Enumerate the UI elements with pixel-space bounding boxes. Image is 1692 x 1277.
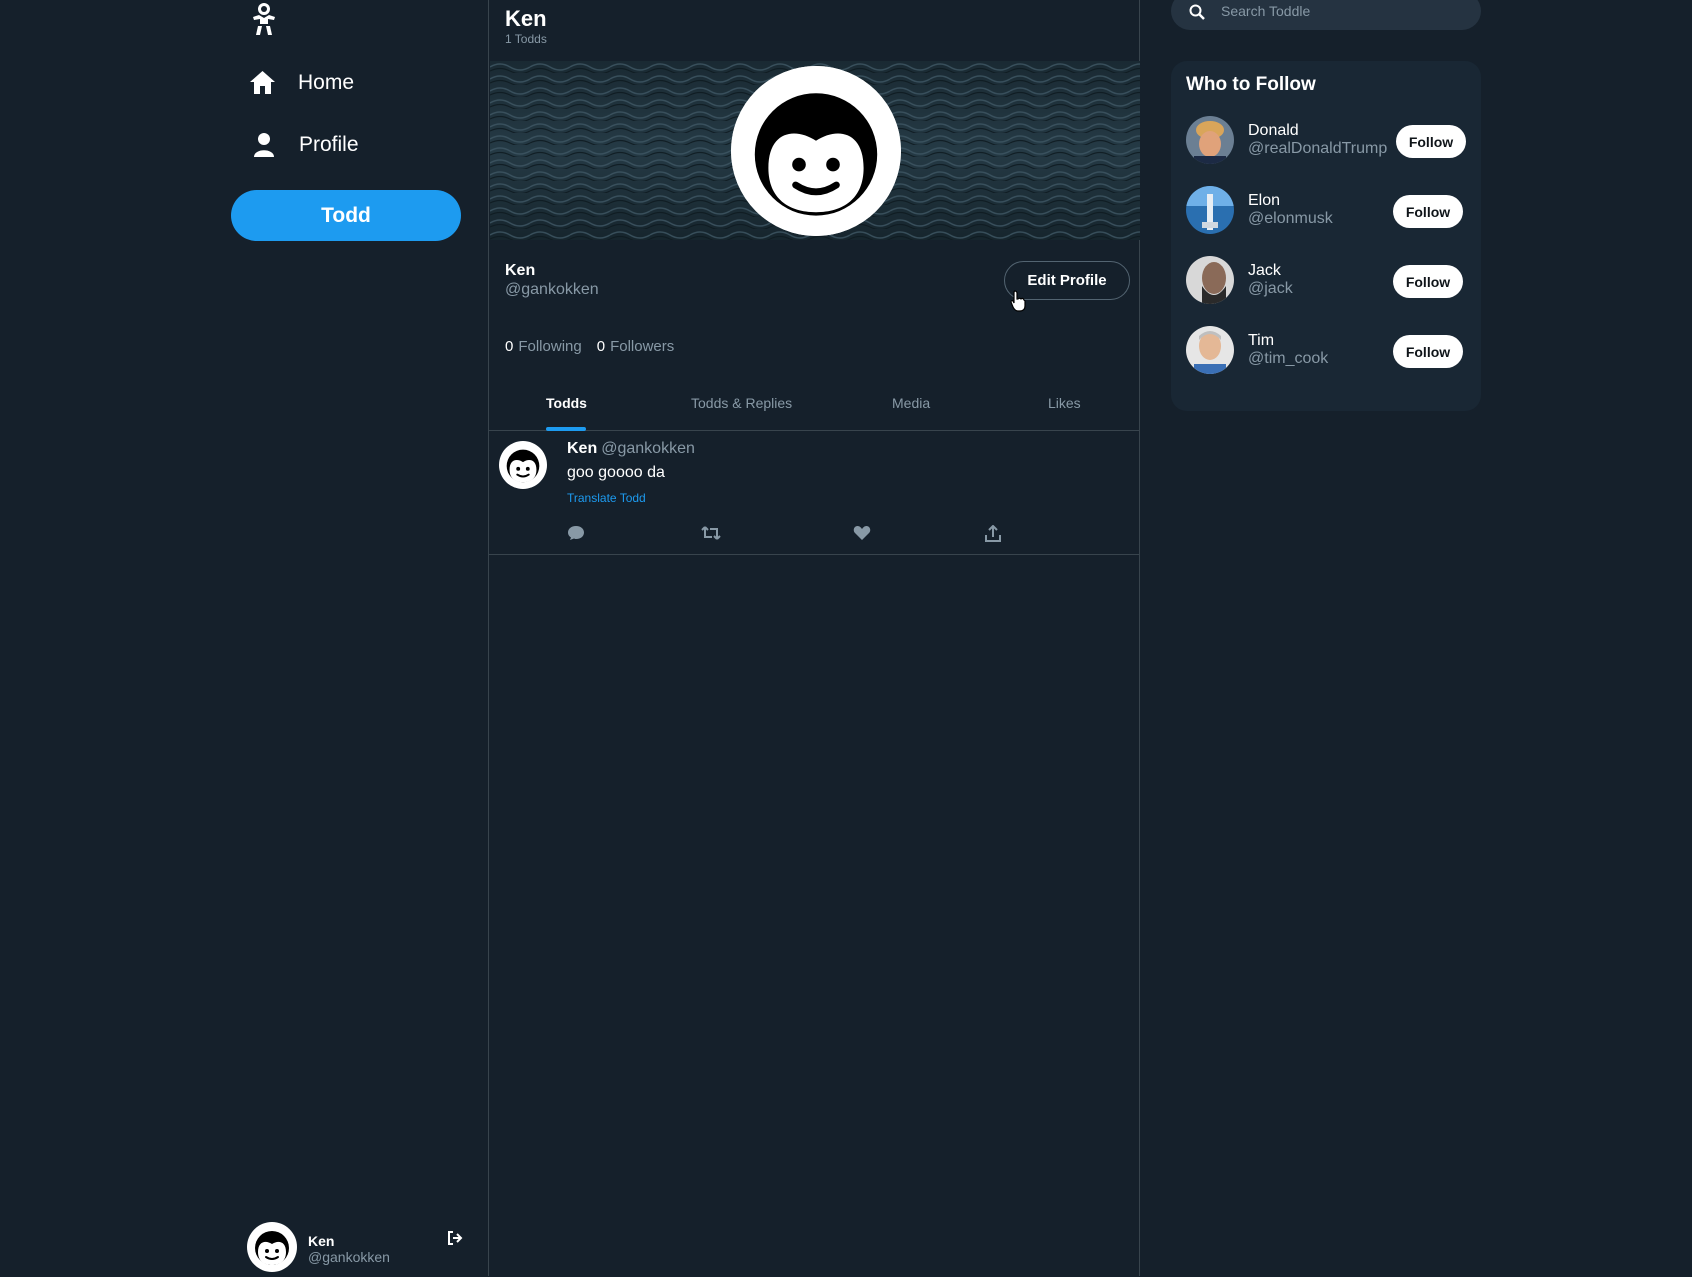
profile-tabs: Todds Todds & Replies Media Likes [489,383,1140,431]
search-icon [1189,4,1205,25]
page-title: Ken [505,6,547,31]
user-name: Elon [1248,192,1281,209]
translate-todd-link[interactable]: Translate Todd [567,491,646,505]
user-handle: @elonmusk [1248,210,1333,227]
user-icon [254,133,274,157]
baby-logo-icon[interactable] [250,2,278,36]
who-to-follow-panel: Who to Follow Donald @realDonaldTrump Fo… [1171,61,1481,411]
follow-button[interactable]: Follow [1393,335,1463,368]
follow-stats: 0 Following 0 Followers [505,338,674,355]
account-name: Ken [308,1233,335,1249]
follow-button[interactable]: Follow [1393,195,1463,228]
post-author-line: Ken @gankokken [567,440,695,458]
comment-icon[interactable] [567,525,585,546]
post-text: goo goooo da [567,464,665,481]
following-label: Following [518,338,582,355]
user-handle: @realDonaldTrump [1248,140,1388,157]
todd-count: 1 Todds [505,32,547,46]
following-stat[interactable]: 0 Following [505,338,582,355]
hand-cursor-icon [1010,290,1026,317]
user-handle: @tim_cook [1248,350,1329,367]
profile-handle: @gankokken [505,281,599,298]
nav-profile-label: Profile [299,133,359,156]
follow-suggestion-row[interactable]: Donald @realDonaldTrump Follow [1171,116,1481,172]
search-box[interactable]: Search Toddle [1171,0,1481,30]
home-icon [249,70,276,95]
todd-post-button[interactable]: Todd [231,190,461,241]
user-avatar[interactable] [1186,116,1234,164]
logout-icon[interactable] [447,1231,463,1250]
tab-likes[interactable]: Likes [1048,395,1081,411]
follow-button[interactable]: Follow [1396,125,1466,158]
tab-media[interactable]: Media [892,395,930,411]
post-avatar[interactable] [499,441,547,494]
user-avatar[interactable] [1186,326,1234,374]
nav-home[interactable]: Home [249,70,354,95]
profile-avatar[interactable] [731,66,901,236]
follow-suggestion-row[interactable]: Elon @elonmusk Follow [1171,186,1481,242]
user-handle: @jack [1248,280,1293,297]
left-sidebar: Home Profile Todd Ken @gankokken [0,0,488,1276]
followers-count: 0 [596,338,606,355]
user-avatar[interactable] [1186,186,1234,234]
follow-suggestion-row[interactable]: Tim @tim_cook Follow [1171,326,1481,382]
profile-name: Ken [505,262,536,279]
user-name: Tim [1248,332,1275,349]
search-input[interactable]: Search Toddle [1221,3,1310,19]
todd-post[interactable]: Ken @gankokken goo goooo da Translate Tod… [489,431,1140,555]
tab-todds-replies[interactable]: Todds & Replies [691,395,792,411]
who-to-follow-title: Who to Follow [1186,74,1316,95]
account-switcher[interactable]: Ken @gankokken [247,1222,467,1272]
account-avatar [247,1222,297,1277]
share-icon[interactable] [985,524,1001,547]
account-handle: @gankokken [308,1249,390,1265]
tab-todds[interactable]: Todds [546,395,587,411]
following-count: 0 [505,338,514,355]
nav-profile[interactable]: Profile [249,133,359,157]
follow-suggestion-row[interactable]: Jack @jack Follow [1171,256,1481,312]
user-name: Jack [1248,262,1281,279]
followers-stat[interactable]: 0 Followers [597,338,675,355]
post-author-handle: @gankokken [601,440,695,457]
followers-label: Followers [610,338,675,355]
post-author-name[interactable]: Ken [567,440,597,457]
retweet-icon[interactable] [701,525,721,546]
follow-button[interactable]: Follow [1393,265,1463,298]
heart-icon[interactable] [853,525,871,546]
nav-home-label: Home [298,70,355,94]
user-avatar[interactable] [1186,256,1234,304]
main-column: Ken 1 Todds Ken @gankokken Edit Profile … [488,0,1140,1276]
user-name: Donald [1248,122,1299,139]
